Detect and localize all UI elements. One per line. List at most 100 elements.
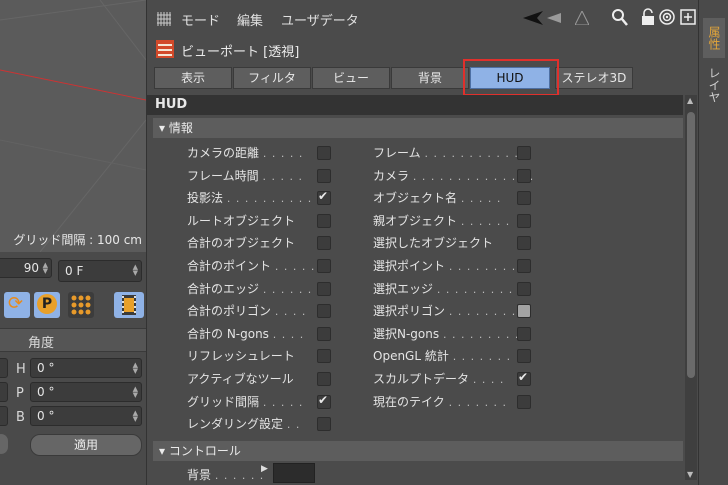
film-button[interactable]	[114, 292, 144, 318]
hud-right-row-text: カメラ	[373, 168, 410, 183]
side-tab-layers[interactable]: レイヤ	[703, 60, 725, 110]
new-panel-icon[interactable]	[680, 9, 696, 25]
hud-left-checkbox[interactable]	[317, 259, 331, 273]
back-small-arrow-icon[interactable]	[547, 13, 561, 23]
stepper-arrows-icon[interactable]: ▲ ▼	[133, 362, 138, 375]
stepper-arrows-icon[interactable]: ▲ ▼	[43, 262, 48, 275]
frame-text: 0 F	[65, 264, 84, 278]
side-tab-attributes[interactable]: 属性	[703, 18, 725, 58]
hud-right-row-text: 選択ポリゴン	[373, 304, 446, 319]
hud-left-row-label: レンダリング設定 . .	[187, 415, 300, 432]
hud-right-checkbox[interactable]	[517, 326, 531, 341]
menu-edit[interactable]: 編集	[237, 10, 263, 29]
menu-userdata[interactable]: ユーザデータ	[281, 10, 359, 29]
menu-mode[interactable]: モード	[181, 10, 220, 29]
expand-arrow-icon[interactable]: ▶	[261, 464, 268, 474]
position-tool-button[interactable]: P	[34, 292, 60, 318]
info-group-label: 情報	[168, 121, 193, 135]
hud-right-row-text: フレーム	[373, 146, 421, 160]
hud-right-row-dots: . . . . . . . . .	[436, 282, 514, 296]
value-field[interactable]: 90 ▲ ▼	[0, 258, 52, 278]
hud-right-checkbox[interactable]	[517, 213, 531, 228]
viewport[interactable]: グリッド間隔 : 100 cm	[0, 0, 147, 252]
hud-right-checkbox[interactable]	[517, 349, 531, 364]
target-icon[interactable]	[659, 9, 675, 25]
coord-left-field-1[interactable]	[0, 358, 8, 378]
tab-background[interactable]: 背景	[391, 67, 469, 89]
up-arrow-icon[interactable]	[575, 11, 589, 25]
lock-icon[interactable]	[641, 8, 655, 26]
apply-button[interactable]: 適用	[30, 434, 142, 456]
hud-left-checkbox[interactable]	[317, 168, 331, 183]
scrollbar-thumb[interactable]	[687, 112, 695, 378]
hud-right-checkbox[interactable]	[517, 304, 531, 319]
hud-left-row-text: アクティブなツール	[187, 372, 294, 386]
info-group-header[interactable]: ▾ 情報	[153, 118, 683, 138]
side-tab-bar: 属性 レイヤ	[698, 0, 728, 485]
hud-right-row-label: 選択したオブジェクト	[373, 234, 493, 251]
stepper-arrows-icon[interactable]: ▲ ▼	[133, 386, 138, 399]
background-label-text: 背景	[187, 468, 212, 482]
hud-left-row-dots: . . . . .	[262, 147, 304, 160]
left-small-button[interactable]	[0, 434, 8, 454]
back-arrow-icon[interactable]	[523, 11, 543, 25]
hud-left-checkbox[interactable]	[317, 372, 331, 386]
hud-right-row-text: OpenGL 統計	[373, 349, 449, 364]
tab-filter[interactable]: フィルタ	[233, 67, 311, 89]
h-angle-field[interactable]: 0 ° ▲ ▼	[30, 358, 142, 378]
coord-left-field-3[interactable]	[0, 406, 8, 426]
hud-left-checkbox[interactable]	[317, 146, 331, 160]
scroll-up-icon[interactable]: ▲	[687, 96, 693, 105]
scroll-down-icon[interactable]: ▼	[687, 470, 693, 479]
hud-left-checkbox[interactable]	[317, 393, 331, 409]
p-angle-field[interactable]: 0 ° ▲ ▼	[30, 382, 142, 402]
search-icon[interactable]	[612, 9, 628, 27]
b-angle-value: 0 °	[37, 409, 55, 423]
coord-left-field-2[interactable]	[0, 382, 8, 402]
hud-left-row-text: 投影法	[187, 191, 224, 206]
hud-right-row-dots: . . . . . .	[460, 214, 511, 228]
hud-right-checkbox[interactable]	[517, 394, 531, 409]
hud-right-row-label: 親オブジェクト . . . . . .	[373, 212, 510, 229]
hud-left-row-text: 合計のオブジェクト	[187, 236, 296, 251]
hud-left-checkbox[interactable]	[317, 281, 331, 296]
panel-grip-icon[interactable]	[157, 12, 171, 26]
hud-right-checkbox[interactable]	[517, 259, 531, 273]
tab-stereo3d[interactable]: ステレオ3D	[555, 67, 633, 89]
stepper-arrows-icon[interactable]: ▲ ▼	[133, 410, 138, 423]
tab-view[interactable]: ビュー	[312, 67, 390, 89]
hud-right-row-label: スカルプトデータ . . . .	[373, 370, 504, 387]
hud-right-checkbox[interactable]	[517, 146, 531, 160]
background-color-swatch[interactable]	[273, 463, 315, 483]
control-group-header[interactable]: ▾ コントロール	[153, 441, 683, 461]
hud-left-checkbox[interactable]	[317, 236, 331, 251]
hud-right-checkbox[interactable]	[517, 168, 531, 183]
hud-left-checkbox[interactable]	[317, 304, 331, 319]
frame-field[interactable]: 0 F ▲ ▼	[58, 260, 142, 282]
hud-left-row-text: リフレッシュレート	[187, 349, 295, 364]
hud-right-row-dots: . . . . . . . . . . . .	[424, 147, 528, 160]
loop-tool-button[interactable]: ⟳	[4, 292, 30, 318]
viewport-canvas	[0, 0, 146, 252]
hud-right-checkbox[interactable]	[517, 191, 531, 206]
hud-right-checkbox[interactable]	[517, 370, 531, 386]
hud-left-checkbox[interactable]	[317, 189, 331, 206]
hud-left-checkbox[interactable]	[317, 326, 331, 341]
stepper-arrows-icon[interactable]: ▲ ▼	[133, 264, 138, 277]
hud-right-row-text: スカルプトデータ	[373, 372, 470, 386]
hud-right-checkbox[interactable]	[517, 236, 531, 251]
hud-right-row-dots: . . . .	[472, 373, 505, 386]
h-label: H	[16, 362, 26, 377]
coordinates-panel: 90 ▲ ▼ 0 F ▲ ▼ ⟳ P 角度 H 0 ° ▲ ▼ P 0 ° ▲ …	[0, 252, 146, 485]
tab-display[interactable]: 表示	[154, 67, 232, 89]
hud-left-row-text: グリッド間隔	[187, 394, 260, 409]
hud-left-checkbox[interactable]	[317, 349, 331, 364]
hud-right-row-label: OpenGL 統計 . . . . . . .	[373, 347, 511, 364]
b-angle-field[interactable]: 0 ° ▲ ▼	[30, 406, 142, 426]
hud-left-checkbox[interactable]	[317, 213, 331, 228]
menubar: モード 編集 ユーザデータ	[147, 6, 699, 30]
hud-right-checkbox[interactable]	[517, 281, 531, 296]
dots-grid-button[interactable]	[68, 292, 94, 318]
hud-right-row-text: 選択エッジ	[373, 281, 434, 296]
hud-left-checkbox[interactable]	[317, 417, 331, 432]
